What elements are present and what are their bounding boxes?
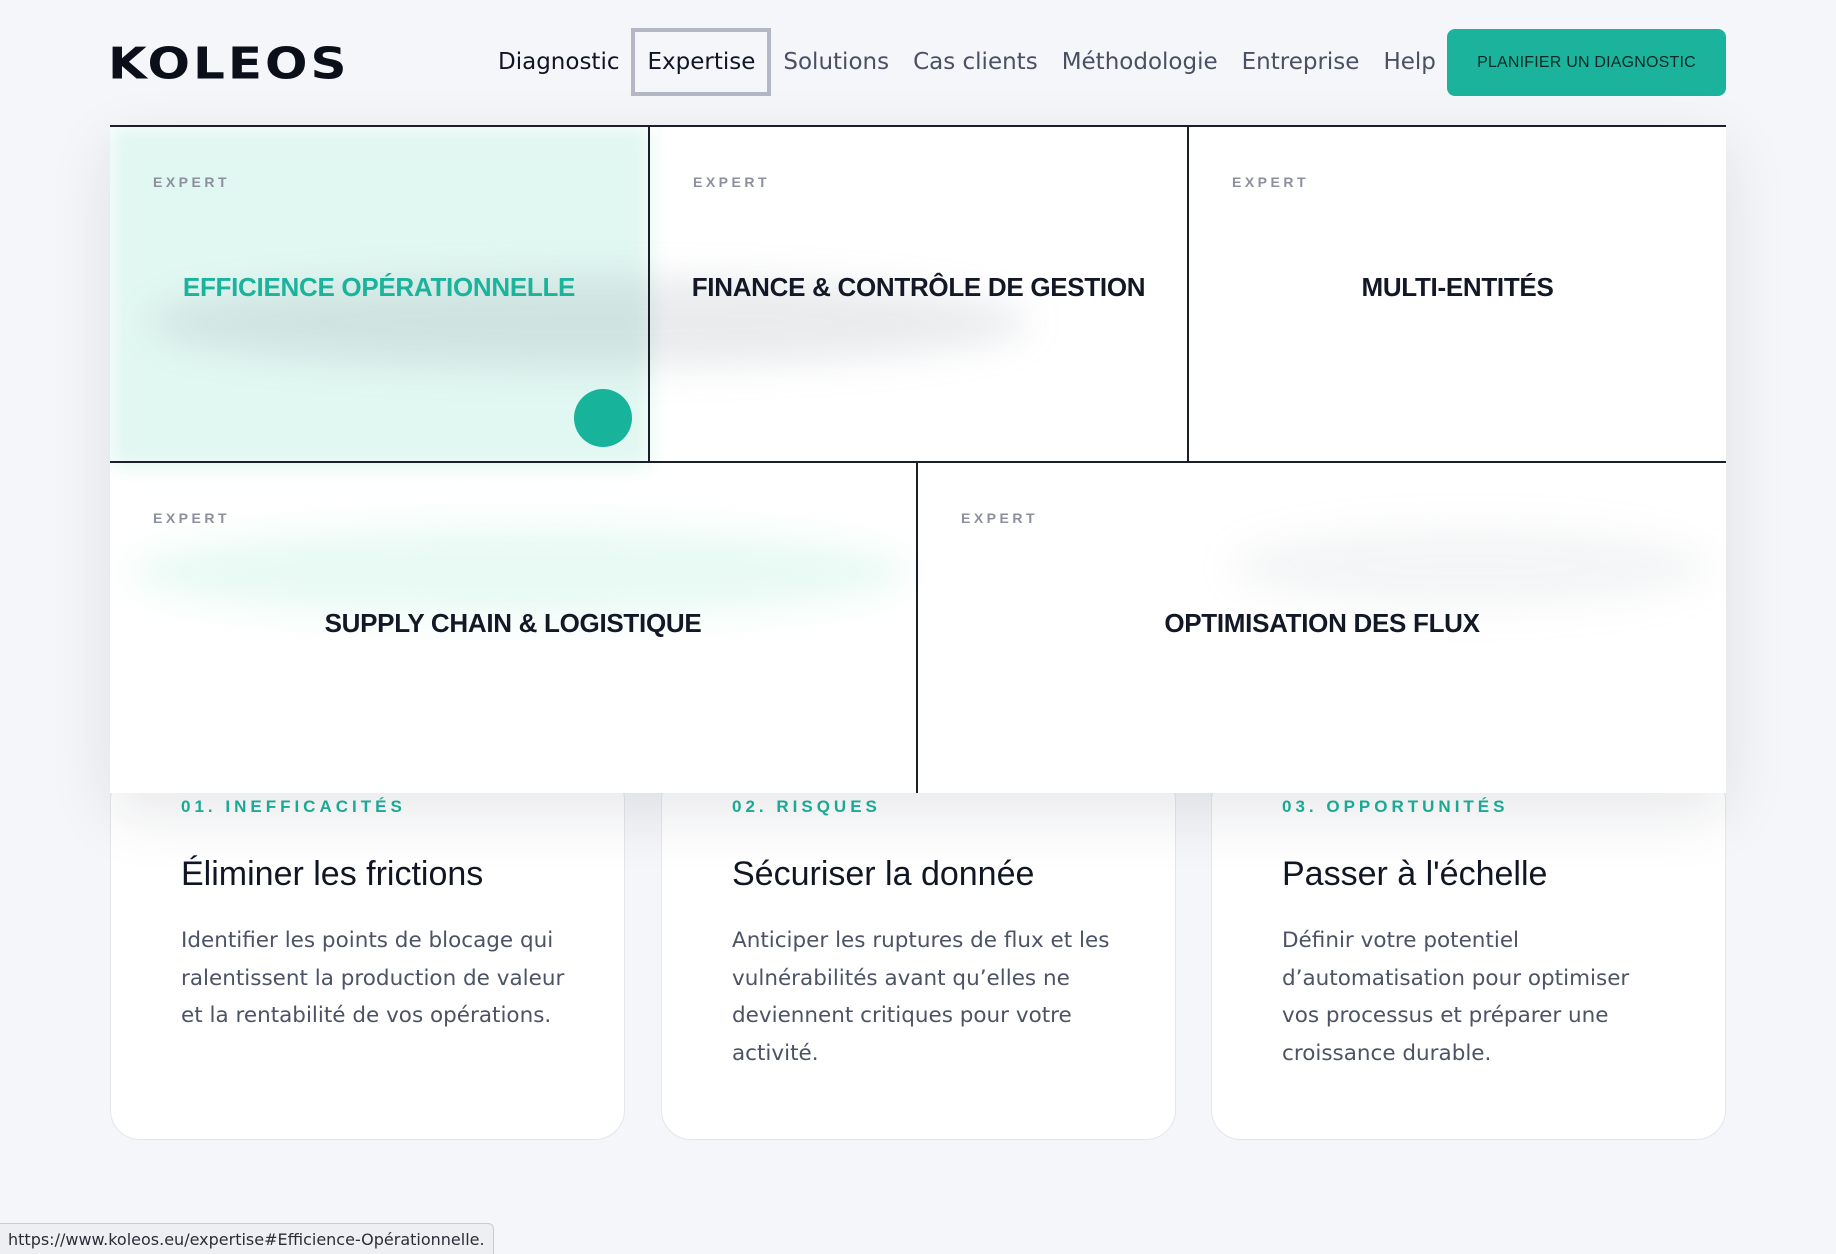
card-title: Sécuriser la donnée <box>732 855 1035 893</box>
card-opportunites: 03. OPPORTUNITÉS Passer à l'échelle Défi… <box>1211 770 1726 1140</box>
item-kicker: EXPERT <box>153 174 231 190</box>
card-body: Identifier les points de blocage qui ral… <box>181 928 565 1028</box>
card-body: Définir votre potentiel d’automatisation… <box>1282 928 1630 1066</box>
grid-divider <box>110 461 1726 463</box>
expertise-item-supply-chain[interactable]: EXPERT SUPPLY CHAIN & LOGISTIQUE <box>110 463 916 793</box>
expertise-item-finance[interactable]: EXPERT FINANCE & CONTRÔLE DE GESTION <box>650 127 1187 461</box>
expertise-item-flux[interactable]: EXPERT OPTIMISATION DES FLUX <box>918 463 1726 793</box>
expertise-item-efficience[interactable]: EXPERT EFFICIENCE OPÉRATIONNELLE <box>110 127 648 461</box>
grid-divider <box>1187 127 1189 461</box>
nav-solutions[interactable]: Solutions <box>771 28 901 96</box>
item-title: MULTI-ENTITÉS <box>1361 272 1554 302</box>
item-kicker: EXPERT <box>153 510 231 526</box>
item-title: OPTIMISATION DES FLUX <box>1164 608 1480 638</box>
main-nav: Diagnostic Expertise Solutions Cas clien… <box>486 28 1448 96</box>
card-title: Passer à l'échelle <box>1282 855 1548 893</box>
nav-diagnostic[interactable]: Diagnostic <box>486 28 631 96</box>
card-kicker: 03. OPPORTUNITÉS <box>1282 797 1509 816</box>
page: KOLEOS Diagnostic Expertise Solutions Ca… <box>0 0 1836 1254</box>
nav-expertise[interactable]: Expertise <box>631 28 772 96</box>
expertise-item-multi-entites[interactable]: EXPERT MULTI-ENTITÉS <box>1189 127 1726 461</box>
card-kicker: 01. INEFFICACITÉS <box>181 797 406 816</box>
expertise-mega-menu: EXPERT EFFICIENCE OPÉRATIONNELLE EXPERT … <box>110 125 1726 793</box>
card-inefficacites: 01. INEFFICACITÉS Éliminer les frictions… <box>110 770 625 1140</box>
plan-diagnostic-button[interactable]: PLANIFIER UN DIAGNOSTIC <box>1447 29 1726 96</box>
nav-help[interactable]: Help <box>1371 28 1447 96</box>
item-kicker: EXPERT <box>693 174 771 190</box>
item-title: FINANCE & CONTRÔLE DE GESTION <box>691 272 1146 302</box>
card-body: Anticiper les ruptures de flux et les vu… <box>732 928 1110 1066</box>
nav-cas-clients[interactable]: Cas clients <box>901 28 1050 96</box>
card-risques: 02. RISQUES Sécuriser la donnée Anticipe… <box>661 770 1176 1140</box>
item-title: EFFICIENCE OPÉRATIONNELLE <box>182 272 576 302</box>
grid-divider <box>648 127 650 461</box>
item-kicker: EXPERT <box>1232 174 1310 190</box>
nav-entreprise[interactable]: Entreprise <box>1230 28 1372 96</box>
card-kicker: 02. RISQUES <box>732 797 881 816</box>
grid-divider <box>916 463 918 793</box>
koleos-logo[interactable]: KOLEOS <box>108 38 350 89</box>
item-title: SUPPLY CHAIN & LOGISTIQUE <box>324 608 702 638</box>
nav-methodologie[interactable]: Méthodologie <box>1050 28 1230 96</box>
item-kicker: EXPERT <box>961 510 1039 526</box>
link-status-bar: https://www.koleos.eu/expertise#Efficien… <box>0 1223 494 1254</box>
cursor-dot-icon <box>574 389 632 447</box>
card-title: Éliminer les frictions <box>181 855 484 893</box>
